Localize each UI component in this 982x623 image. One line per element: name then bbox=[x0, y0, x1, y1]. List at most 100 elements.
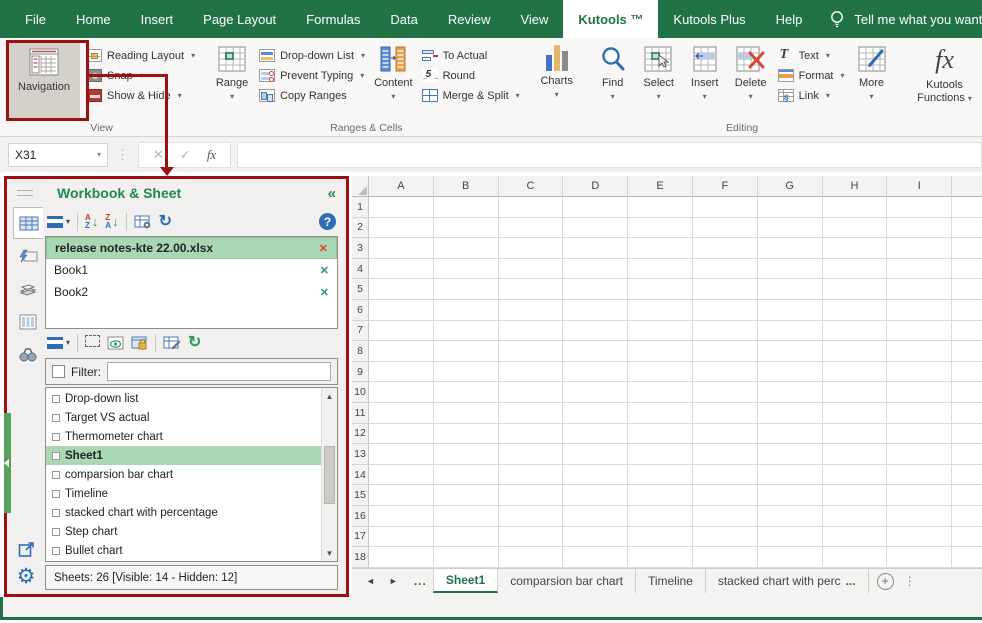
ribbon-tab-review[interactable]: Review bbox=[433, 0, 506, 38]
grid-cell[interactable] bbox=[628, 321, 693, 342]
grid-cell[interactable] bbox=[499, 218, 564, 239]
grid-cell[interactable] bbox=[887, 218, 952, 239]
grid-cell[interactable] bbox=[887, 279, 952, 300]
grid-cell[interactable] bbox=[369, 279, 434, 300]
grid-cell[interactable] bbox=[369, 321, 434, 342]
grid-cell[interactable] bbox=[369, 547, 434, 568]
grid-cell[interactable] bbox=[563, 218, 628, 239]
ribbon-item-merge-split[interactable]: Merge & Split▾ bbox=[422, 87, 520, 104]
grid-cell[interactable] bbox=[563, 465, 628, 486]
grid-cell[interactable] bbox=[434, 506, 499, 527]
grid-cell[interactable] bbox=[823, 527, 888, 548]
grid-cell[interactable] bbox=[628, 403, 693, 424]
ribbon-item-round[interactable]: 5←→Round bbox=[422, 67, 520, 84]
grid-cell[interactable] bbox=[563, 382, 628, 403]
grid-cell[interactable] bbox=[823, 321, 888, 342]
row-header-1[interactable]: 1 bbox=[352, 197, 369, 218]
grid-cell[interactable] bbox=[369, 238, 434, 259]
pane-collapse-icon[interactable]: « bbox=[328, 185, 336, 202]
grid-cell[interactable] bbox=[823, 403, 888, 424]
grid-cell[interactable] bbox=[693, 279, 758, 300]
grid-cell[interactable] bbox=[563, 403, 628, 424]
grid-cell[interactable] bbox=[758, 506, 823, 527]
grid-cell[interactable] bbox=[693, 424, 758, 445]
row-header-13[interactable]: 13 bbox=[352, 444, 369, 465]
grid-cell[interactable] bbox=[369, 259, 434, 280]
grid-cell[interactable] bbox=[758, 465, 823, 486]
grid-cell[interactable] bbox=[499, 403, 564, 424]
row-header-9[interactable]: 9 bbox=[352, 362, 369, 383]
ribbon-tab-kutools-plus[interactable]: Kutools Plus bbox=[658, 0, 760, 38]
row-header-4[interactable]: 4 bbox=[352, 259, 369, 280]
sheet-checkbox[interactable] bbox=[52, 452, 60, 460]
ribbon-item-link[interactable]: §Link▾ bbox=[778, 87, 845, 104]
workbook-item[interactable]: Book2✕ bbox=[46, 281, 337, 303]
row-header-7[interactable]: 7 bbox=[352, 321, 369, 342]
ribbon-item-text[interactable]: TText▾ bbox=[778, 47, 845, 64]
grid-cell[interactable] bbox=[369, 341, 434, 362]
grid-cell[interactable] bbox=[823, 444, 888, 465]
sheet-list-item[interactable]: Sheet1 bbox=[46, 446, 321, 465]
grid-cell[interactable] bbox=[499, 238, 564, 259]
grid-cell[interactable] bbox=[693, 238, 758, 259]
sheet-list-item[interactable]: Thermometer chart bbox=[46, 427, 321, 446]
grid-cell[interactable] bbox=[758, 279, 823, 300]
sheet-nav-right-icon[interactable]: ► bbox=[389, 576, 398, 586]
grid-cell[interactable] bbox=[823, 424, 888, 445]
grid-cell[interactable] bbox=[563, 321, 628, 342]
grid-cell[interactable] bbox=[887, 238, 952, 259]
grid-cell[interactable] bbox=[369, 444, 434, 465]
grid-cell[interactable] bbox=[693, 506, 758, 527]
grid-cell[interactable] bbox=[823, 485, 888, 506]
grid-cell[interactable] bbox=[887, 547, 952, 568]
column-header-f[interactable]: F bbox=[693, 176, 758, 197]
grid-cell[interactable] bbox=[693, 218, 758, 239]
refresh-icon[interactable]: ↻ bbox=[159, 214, 172, 230]
sidebar-tab-workbook-sheet[interactable] bbox=[13, 207, 43, 239]
column-header-i[interactable]: I bbox=[887, 176, 952, 197]
ribbon-tab-insert[interactable]: Insert bbox=[126, 0, 189, 38]
grid-cell[interactable] bbox=[499, 527, 564, 548]
grid-cell[interactable] bbox=[887, 444, 952, 465]
select-all-corner[interactable] bbox=[352, 176, 369, 197]
grid-cell[interactable] bbox=[628, 341, 693, 362]
row-header-15[interactable]: 15 bbox=[352, 485, 369, 506]
ribbon-tab-page-layout[interactable]: Page Layout bbox=[188, 0, 291, 38]
grid-cell[interactable] bbox=[952, 424, 982, 445]
grid-cell[interactable] bbox=[369, 300, 434, 321]
grid-cell[interactable] bbox=[693, 403, 758, 424]
sheet-tab-comparsion-bar-chart[interactable]: comparsion bar chart bbox=[498, 569, 636, 593]
find-button[interactable]: Find ▾ bbox=[590, 41, 636, 101]
row-header-3[interactable]: 3 bbox=[352, 238, 369, 259]
grid-cell[interactable] bbox=[434, 341, 499, 362]
grid-cell[interactable] bbox=[887, 362, 952, 383]
grid-cell[interactable] bbox=[952, 321, 982, 342]
sheet-list-item[interactable]: Target VS actual bbox=[46, 408, 321, 427]
sheet-tab-timeline[interactable]: Timeline bbox=[636, 569, 706, 593]
grid-cell[interactable] bbox=[887, 506, 952, 527]
grid-cell[interactable] bbox=[628, 218, 693, 239]
grid-cell[interactable] bbox=[369, 424, 434, 445]
grid-cell[interactable] bbox=[499, 444, 564, 465]
grid-cell[interactable] bbox=[499, 382, 564, 403]
grid-cell[interactable] bbox=[758, 424, 823, 445]
grid-cell[interactable] bbox=[369, 197, 434, 218]
grid-cell[interactable] bbox=[563, 238, 628, 259]
ribbon-tab-data[interactable]: Data bbox=[375, 0, 432, 38]
grid-cell[interactable] bbox=[369, 218, 434, 239]
grid-cell[interactable] bbox=[628, 547, 693, 568]
grid-cell[interactable] bbox=[563, 527, 628, 548]
grid-cell[interactable] bbox=[369, 485, 434, 506]
grid-cell[interactable] bbox=[758, 444, 823, 465]
grid-cell[interactable] bbox=[693, 444, 758, 465]
ribbon-tab-view[interactable]: View bbox=[505, 0, 563, 38]
row-header-12[interactable]: 12 bbox=[352, 424, 369, 445]
grid-cell[interactable] bbox=[952, 444, 982, 465]
scroll-down-icon[interactable]: ▼ bbox=[322, 545, 337, 561]
column-header-c[interactable]: C bbox=[499, 176, 564, 197]
grid-cell[interactable] bbox=[499, 506, 564, 527]
grid-cell[interactable] bbox=[823, 218, 888, 239]
ribbon-item-show-hide[interactable]: Show & Hide▾ bbox=[86, 87, 195, 104]
grid-cell[interactable] bbox=[499, 341, 564, 362]
column-header-h[interactable]: H bbox=[823, 176, 888, 197]
